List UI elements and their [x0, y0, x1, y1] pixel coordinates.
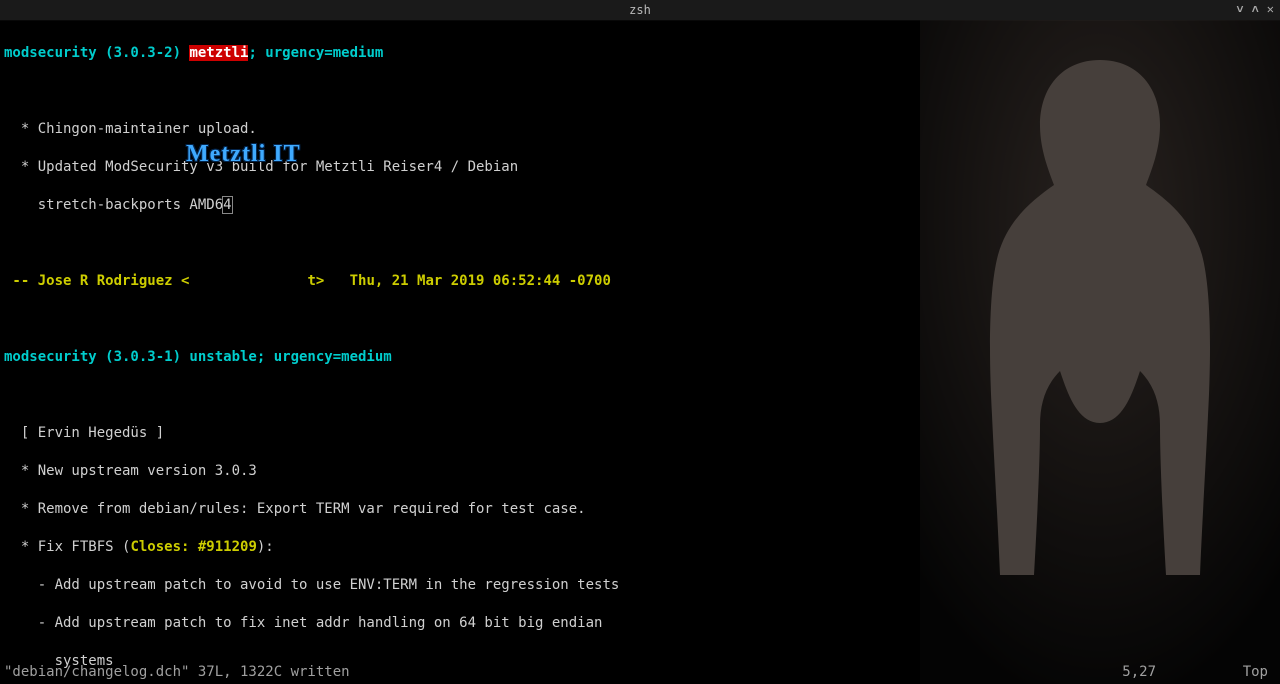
cursor: 4 [223, 197, 231, 213]
changelog-bullet: * Fix FTBFS (Closes: #911209): [4, 538, 1276, 557]
changelog-bullet: * Chingon-maintainer upload. [4, 120, 1276, 139]
changelog-bullet: * Updated ModSecurity v3 build for Metzt… [4, 158, 1276, 177]
changelog-signature: -- Jose R Rodriguez <t> Thu, 21 Mar 2019… [4, 272, 1276, 291]
changelog-bullet: * New upstream version 3.0.3 [4, 462, 1276, 481]
changelog-bullet: * Remove from debian/rules: Export TERM … [4, 500, 1276, 519]
vim-percent: Top [1243, 664, 1268, 680]
vim-message: "debian/changelog.dch" 37L, 1322C writte… [4, 664, 350, 680]
terminal-viewport[interactable]: modsecurity (3.0.3-2) metztli; urgency=m… [0, 21, 1280, 684]
changelog-bullet: stretch-backports AMD64 [4, 196, 1276, 215]
changelog-subbullet: - Add upstream patch to avoid to use ENV… [4, 576, 1276, 595]
window-title: zsh [629, 3, 651, 17]
changelog-entry-header: modsecurity (3.0.3-2) metztli; urgency=m… [4, 44, 1276, 63]
minimize-icon[interactable]: ˅ [1236, 2, 1243, 17]
changelog-entry-header: modsecurity (3.0.3-1) unstable; urgency=… [4, 348, 1276, 367]
maximize-icon[interactable]: ˄ [1252, 2, 1259, 17]
vim-position: 5,27 [1122, 664, 1156, 680]
window-titlebar: zsh ˅ ˄ ✕ [0, 0, 1280, 21]
close-icon[interactable]: ✕ [1267, 2, 1274, 17]
vim-statusline: "debian/changelog.dch" 37L, 1322C writte… [4, 664, 1276, 680]
changelog-section: [ Ervin Hegedüs ] [4, 424, 1276, 443]
changelog-subbullet: - Add upstream patch to fix inet addr ha… [4, 614, 1276, 633]
